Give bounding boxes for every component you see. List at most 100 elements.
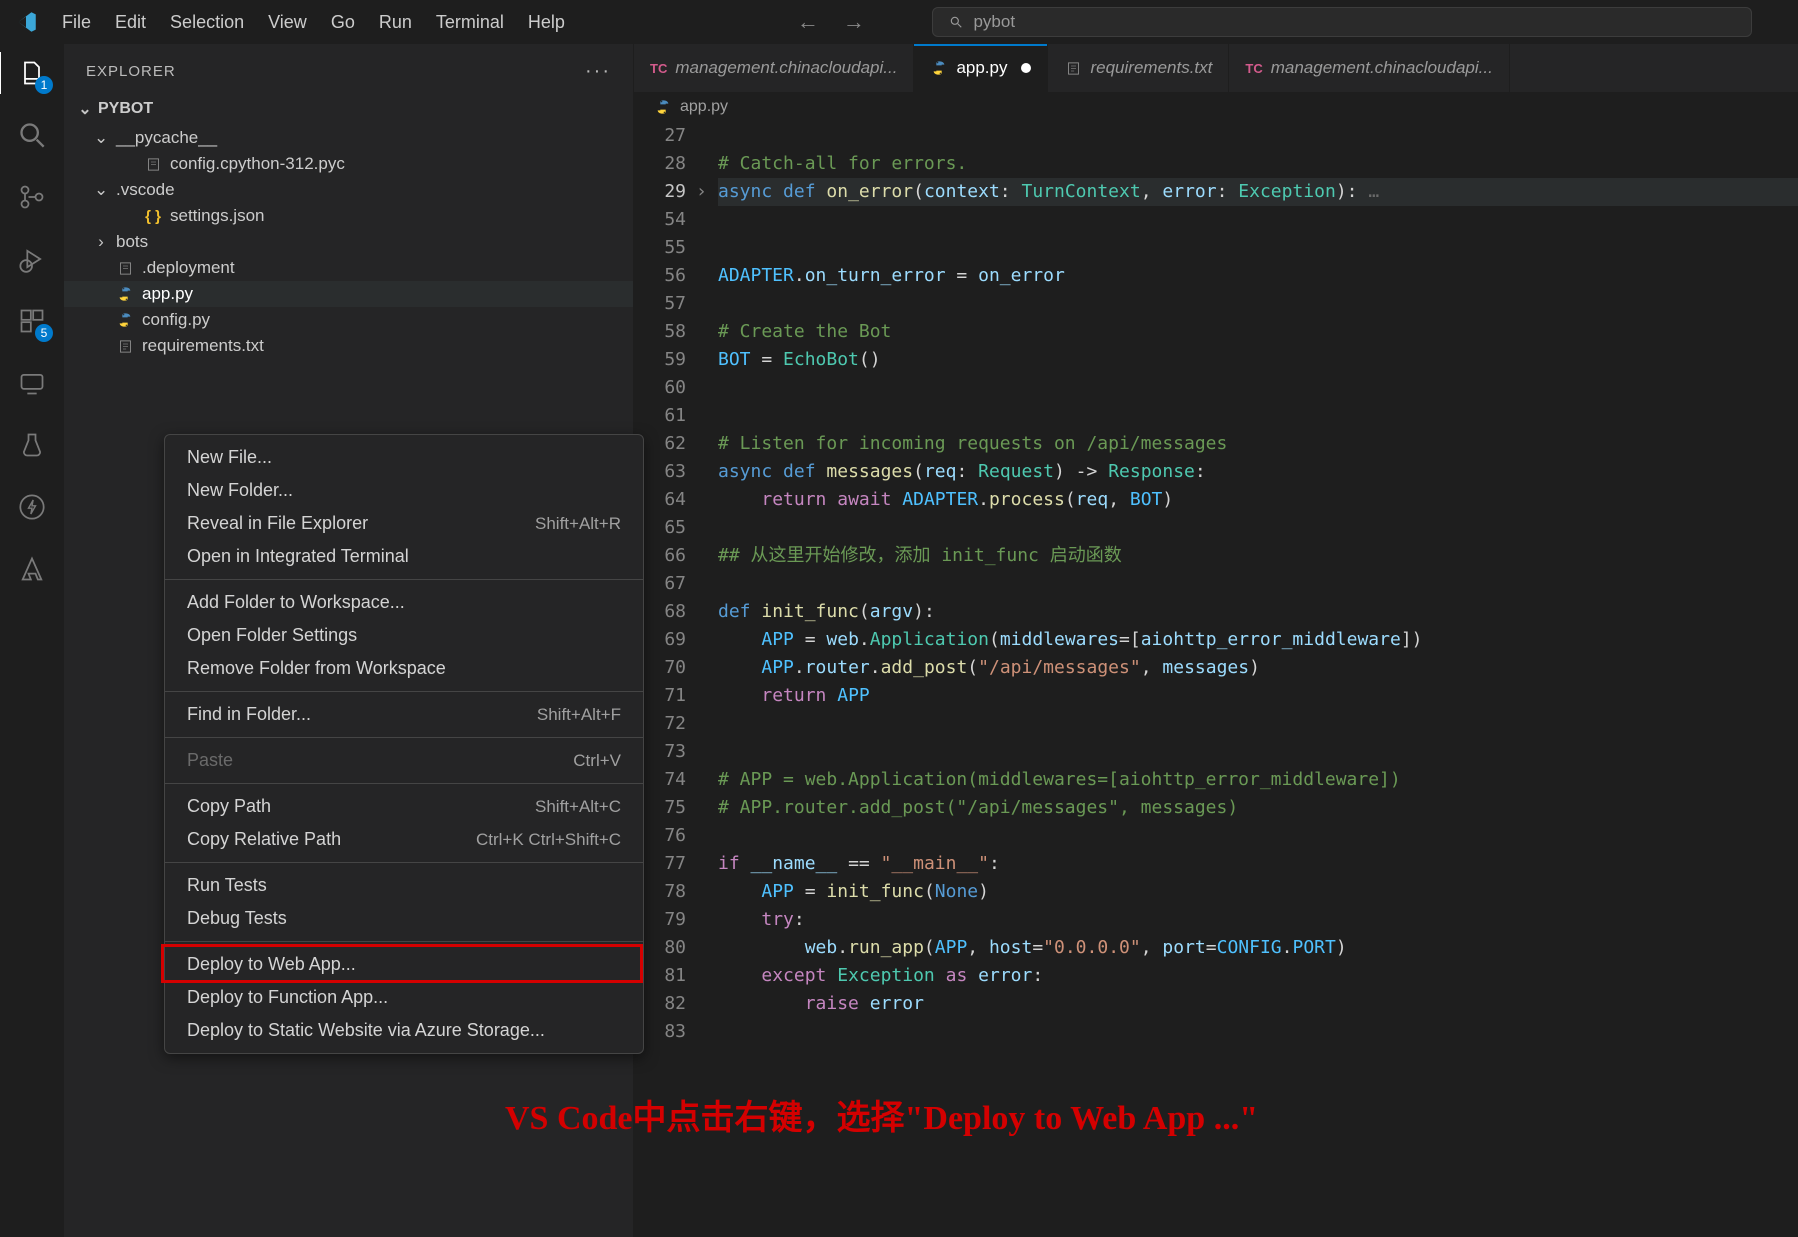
sidebar-title: EXPLORER	[86, 63, 176, 80]
nav-forward-icon[interactable]: →	[843, 9, 865, 35]
code-line[interactable]: if __name__ == "__main__":	[718, 850, 1798, 878]
code-line[interactable]: # APP = web.Application(middlewares=[aio…	[718, 766, 1798, 794]
code-line[interactable]	[718, 738, 1798, 766]
code-line[interactable]: APP = init_func(None)	[718, 878, 1798, 906]
code-line[interactable]: ## 从这里开始修改，添加 init_func 启动函数	[718, 542, 1798, 570]
ctx-item[interactable]: Copy PathShift+Alt+C	[165, 790, 643, 823]
title-bar: FileEditSelectionViewGoRunTerminalHelp ←…	[0, 0, 1798, 44]
menu-item-view[interactable]: View	[256, 6, 319, 39]
chevron-right-icon: ›	[94, 232, 108, 252]
activity-debug-icon[interactable]	[15, 242, 49, 276]
ctx-shortcut: Shift+Alt+R	[535, 514, 621, 534]
editor-tab[interactable]: TCmanagement.chinacloudapi...	[1229, 44, 1509, 92]
editor-tab[interactable]: app.py	[914, 44, 1048, 92]
code-line[interactable]	[718, 822, 1798, 850]
code-line[interactable]: web.run_app(APP, host="0.0.0.0", port=CO…	[718, 934, 1798, 962]
code-line[interactable]: def init_func(argv):	[718, 598, 1798, 626]
breadcrumb[interactable]: app.py	[634, 92, 1798, 122]
tree-item[interactable]: config.cpython-312.pyc	[64, 151, 633, 177]
file-tree: ⌄__pycache__ config.cpython-312.pyc ⌄.vsco…	[64, 125, 633, 359]
code-content[interactable]: # Catch-all for errors.›async def on_err…	[706, 122, 1798, 1237]
code-line[interactable]	[718, 122, 1798, 150]
ctx-item-label: Add Folder to Workspace...	[187, 592, 405, 613]
tree-item[interactable]: ⌄.vscode	[64, 177, 633, 203]
ctx-item-label: Remove Folder from Workspace	[187, 658, 446, 679]
menu-item-run[interactable]: Run	[367, 6, 424, 39]
ctx-item[interactable]: Add Folder to Workspace...	[165, 586, 643, 619]
ctx-item[interactable]: Run Tests	[165, 869, 643, 902]
editor-tab[interactable]: requirements.txt	[1048, 44, 1229, 92]
ctx-item[interactable]: New Folder...	[165, 474, 643, 507]
code-line[interactable]: try:	[718, 906, 1798, 934]
ctx-item[interactable]: Open Folder Settings	[165, 619, 643, 652]
code-line[interactable]: except Exception as error:	[718, 962, 1798, 990]
ctx-item[interactable]: New File...	[165, 441, 643, 474]
ctx-item[interactable]: Deploy to Web App...	[165, 948, 643, 981]
menu-item-help[interactable]: Help	[516, 6, 577, 39]
code-line[interactable]: async def messages(req: Request) -> Resp…	[718, 458, 1798, 486]
nav-arrows: ← →	[797, 9, 865, 35]
ctx-item[interactable]: Remove Folder from Workspace	[165, 652, 643, 685]
ctx-item[interactable]: Copy Relative PathCtrl+K Ctrl+Shift+C	[165, 823, 643, 856]
code-line[interactable]: ADAPTER.on_turn_error = on_error	[718, 262, 1798, 290]
expand-icon[interactable]: ›	[696, 178, 707, 206]
activity-thunder-icon[interactable]	[15, 490, 49, 524]
activity-explorer-icon[interactable]: 1	[15, 56, 49, 90]
ctx-item[interactable]: Reveal in File ExplorerShift+Alt+R	[165, 507, 643, 540]
command-center-search[interactable]: pybot	[932, 7, 1752, 37]
code-line[interactable]: # Create the Bot	[718, 318, 1798, 346]
code-line[interactable]: # Catch-all for errors.	[718, 150, 1798, 178]
code-line[interactable]: APP = web.Application(middlewares=[aioht…	[718, 626, 1798, 654]
code-line[interactable]: raise error	[718, 990, 1798, 1018]
folder-root[interactable]: ⌄ PYBOT	[64, 93, 633, 125]
tree-item[interactable]: .deployment	[64, 255, 633, 281]
dirty-indicator-icon	[1021, 63, 1031, 73]
tree-item[interactable]: requirements.txt	[64, 333, 633, 359]
tree-item[interactable]: config.py	[64, 307, 633, 333]
code-line[interactable]	[718, 206, 1798, 234]
code-line[interactable]	[718, 234, 1798, 262]
code-line[interactable]: APP.router.add_post("/api/messages", mes…	[718, 654, 1798, 682]
code-line[interactable]	[718, 710, 1798, 738]
code-line[interactable]	[718, 402, 1798, 430]
ctx-item[interactable]: Deploy to Function App...	[165, 981, 643, 1014]
code-editor[interactable]: 2728295455565758596061626364656667686970…	[634, 122, 1798, 1237]
nav-back-icon[interactable]: ←	[797, 9, 819, 35]
code-line[interactable]: return await ADAPTER.process(req, BOT)	[718, 486, 1798, 514]
editor-tab[interactable]: TCmanagement.chinacloudapi...	[634, 44, 914, 92]
tree-item[interactable]: { }settings.json	[64, 203, 633, 229]
tree-item-label: config.py	[142, 310, 210, 330]
code-line[interactable]	[718, 514, 1798, 542]
code-line[interactable]: BOT = EchoBot()	[718, 346, 1798, 374]
code-line[interactable]: # APP.router.add_post("/api/messages", m…	[718, 794, 1798, 822]
code-line[interactable]	[718, 570, 1798, 598]
activity-search-icon[interactable]	[15, 118, 49, 152]
activity-remote-icon[interactable]	[15, 366, 49, 400]
ctx-item-label: Run Tests	[187, 875, 267, 896]
menu-item-go[interactable]: Go	[319, 6, 367, 39]
menu-item-file[interactable]: File	[50, 6, 103, 39]
activity-extensions-icon[interactable]: 5	[15, 304, 49, 338]
code-line[interactable]: ›async def on_error(context: TurnContext…	[718, 178, 1798, 206]
tree-item-label: config.cpython-312.pyc	[170, 154, 345, 174]
ctx-item-label: New Folder...	[187, 480, 293, 501]
ctx-item[interactable]: Debug Tests	[165, 902, 643, 935]
tree-item[interactable]: app.py	[64, 281, 633, 307]
code-line[interactable]	[718, 290, 1798, 318]
activity-source-control-icon[interactable]	[15, 180, 49, 214]
ctx-item[interactable]: Deploy to Static Website via Azure Stora…	[165, 1014, 643, 1047]
activity-testing-icon[interactable]	[15, 428, 49, 462]
ctx-item[interactable]: Open in Integrated Terminal	[165, 540, 643, 573]
menu-item-selection[interactable]: Selection	[158, 6, 256, 39]
activity-azure-icon[interactable]	[15, 552, 49, 586]
sidebar-more-icon[interactable]: ···	[585, 60, 611, 83]
code-line[interactable]	[718, 1018, 1798, 1046]
code-line[interactable]	[718, 374, 1798, 402]
code-line[interactable]: return APP	[718, 682, 1798, 710]
menu-item-terminal[interactable]: Terminal	[424, 6, 516, 39]
tree-item[interactable]: ›bots	[64, 229, 633, 255]
tree-item[interactable]: ⌄__pycache__	[64, 125, 633, 151]
code-line[interactable]: # Listen for incoming requests on /api/m…	[718, 430, 1798, 458]
ctx-item[interactable]: Find in Folder...Shift+Alt+F	[165, 698, 643, 731]
menu-item-edit[interactable]: Edit	[103, 6, 158, 39]
